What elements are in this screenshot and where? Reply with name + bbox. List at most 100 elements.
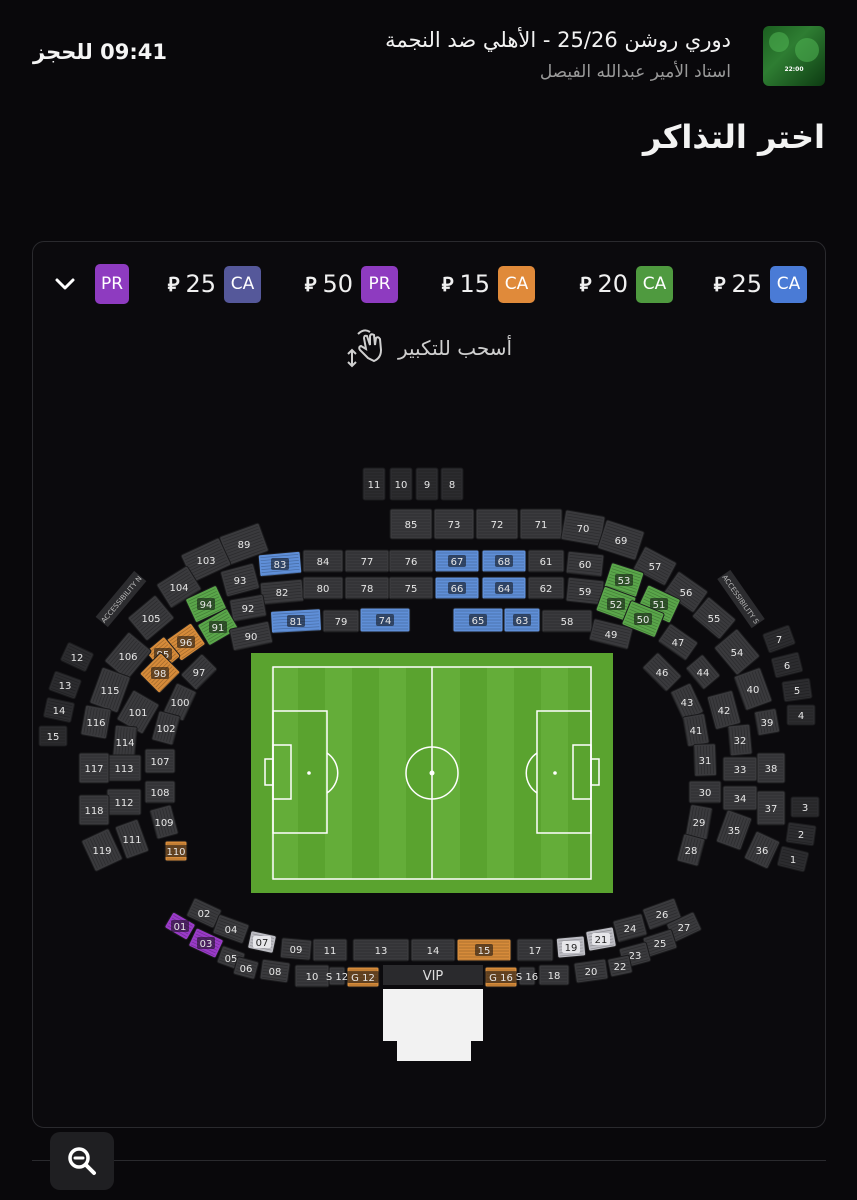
section-label: 110 <box>166 847 185 858</box>
seat-section[interactable]: 69 <box>597 519 645 561</box>
seat-section[interactable]: 112 <box>106 788 142 816</box>
seat-section[interactable]: 113 <box>106 754 142 782</box>
seat-section[interactable]: 18 <box>538 964 570 986</box>
seat-section[interactable]: S 12 <box>326 966 348 986</box>
seat-section[interactable]: 12 <box>60 642 94 672</box>
seat-section[interactable]: 64 <box>481 576 527 600</box>
seat-section[interactable]: 110 <box>163 840 189 862</box>
seat-section[interactable]: 36 <box>744 831 780 869</box>
seat-section[interactable]: 30 <box>688 780 722 804</box>
seat-section[interactable]: G 12 <box>346 966 380 988</box>
seat-section[interactable]: 9 <box>415 467 439 501</box>
seat-section[interactable]: 76 <box>388 549 434 573</box>
seat-section[interactable]: 39 <box>753 708 781 736</box>
seat-section[interactable]: 114 <box>112 724 138 760</box>
seat-section[interactable]: 37 <box>756 790 786 826</box>
seat-section[interactable]: 68 <box>481 549 527 573</box>
seat-section[interactable]: 63 <box>503 607 541 633</box>
seat-section[interactable]: 15 <box>456 938 512 962</box>
seat-section[interactable]: 6 <box>770 651 804 679</box>
seat-section[interactable]: 72 <box>475 508 519 540</box>
seat-section[interactable]: 32 <box>727 723 753 757</box>
seat-section[interactable]: 10 <box>294 964 330 988</box>
seat-section[interactable]: 102 <box>151 710 181 746</box>
seat-section[interactable]: 31 <box>693 743 717 777</box>
seat-section[interactable]: 60 <box>565 550 605 578</box>
seat-section[interactable]: 71 <box>519 508 563 540</box>
seat-section[interactable]: G 16 <box>484 966 518 988</box>
seat-section[interactable]: 11 <box>312 938 348 962</box>
seat-section[interactable]: 5 <box>781 677 813 703</box>
stadium-seat-map[interactable]: 11 10 9 885 73 72 71 706989103 83 84 77 76 67 68 61 60 5… <box>33 242 827 1129</box>
seat-section[interactable]: 15 <box>38 725 68 747</box>
seat-section[interactable]: 77 <box>344 549 390 573</box>
seat-section[interactable]: 107 <box>144 748 176 774</box>
seat-section[interactable]: 46 <box>642 652 682 692</box>
seat-section[interactable]: 84 <box>302 549 344 573</box>
seat-section[interactable]: 92 <box>229 594 267 622</box>
seat-section[interactable]: 97 <box>180 653 218 691</box>
seat-section[interactable]: 35 <box>716 809 752 851</box>
seat-section[interactable]: 70 <box>560 509 606 547</box>
stadium-map-card[interactable]: ⃁ 25 CA ⃁ 20 CA ⃁ 15 CA ⃁ 50 PR ⃁ 25 CA PR أسحب للتكبير… <box>32 241 826 1128</box>
seat-section[interactable]: 58 <box>541 609 593 633</box>
seat-section[interactable]: 34 <box>722 785 758 811</box>
seat-section[interactable]: 2 <box>785 821 817 847</box>
seat-section[interactable]: 14 <box>410 938 456 962</box>
seat-section[interactable]: 29 <box>685 804 713 840</box>
seat-section[interactable]: 117 <box>78 752 110 784</box>
seat-section[interactable]: 3 <box>790 796 820 818</box>
seat-section[interactable]: 4 <box>786 704 816 726</box>
section-label: 94 <box>200 600 213 611</box>
seat-section[interactable]: 83 <box>257 550 303 578</box>
seat-section[interactable]: 19 <box>555 935 587 959</box>
seat-section[interactable]: 75 <box>388 576 434 600</box>
seat-section[interactable]: 38 <box>756 752 786 784</box>
seat-section[interactable]: 8 <box>440 467 464 501</box>
seat-section[interactable]: 61 <box>527 549 565 573</box>
seat-section[interactable]: 17 <box>516 938 554 962</box>
seat-section[interactable]: 14 <box>43 697 75 723</box>
seat-section[interactable]: 47 <box>658 623 698 661</box>
seat-section[interactable]: 08 <box>259 958 291 984</box>
seat-section[interactable]: 1 <box>776 845 810 873</box>
seat-section[interactable]: 62 <box>527 576 565 600</box>
seat-section[interactable]: 20 <box>573 958 609 984</box>
seat-section[interactable]: 13 <box>352 938 410 962</box>
seat-section[interactable]: 09 <box>279 937 313 961</box>
seat-section[interactable]: 33 <box>722 756 758 782</box>
seat-section[interactable]: 74 <box>359 607 411 633</box>
seat-section[interactable]: 67 <box>434 549 480 573</box>
seat-section[interactable]: 59 <box>565 576 605 606</box>
seat-section[interactable]: 10 <box>389 467 413 501</box>
vip-section[interactable]: VIP <box>383 965 483 985</box>
seat-section[interactable]: 79 <box>322 609 360 633</box>
seat-section[interactable]: 11 <box>362 467 386 501</box>
seat-section[interactable]: 73 <box>433 508 475 540</box>
seat-section[interactable]: 24 <box>612 913 648 943</box>
seat-section[interactable]: 66 <box>434 576 480 600</box>
seat-section[interactable]: 119 <box>81 828 123 872</box>
seat-section[interactable]: 41 <box>682 713 710 747</box>
seat-section[interactable]: 82 <box>259 578 305 606</box>
seat-section[interactable]: 7 <box>762 624 796 654</box>
seat-section[interactable]: 93 <box>220 562 260 598</box>
seat-section[interactable]: 13 <box>48 670 82 700</box>
seat-section[interactable]: 108 <box>144 780 176 804</box>
seat-section[interactable]: 81 <box>270 608 322 634</box>
seat-section[interactable]: 80 <box>302 576 344 600</box>
zoom-out-button[interactable] <box>50 1132 114 1190</box>
seat-section[interactable]: 07 <box>247 930 277 954</box>
seat-section[interactable]: 116 <box>80 704 112 740</box>
seat-section[interactable]: S 16 <box>516 966 538 986</box>
seat-section[interactable]: 21 <box>585 926 617 952</box>
seat-section[interactable]: 85 <box>389 508 433 540</box>
seat-section[interactable]: 28 <box>676 833 706 867</box>
seat-section[interactable]: 22 <box>607 954 633 978</box>
seat-section[interactable]: 109 <box>149 804 179 840</box>
seat-section[interactable]: 42 <box>706 690 742 730</box>
seat-section[interactable]: 118 <box>78 794 110 826</box>
seat-section[interactable]: 06 <box>232 956 260 980</box>
seat-section[interactable]: 78 <box>344 576 390 600</box>
seat-section[interactable]: 65 <box>452 607 504 633</box>
